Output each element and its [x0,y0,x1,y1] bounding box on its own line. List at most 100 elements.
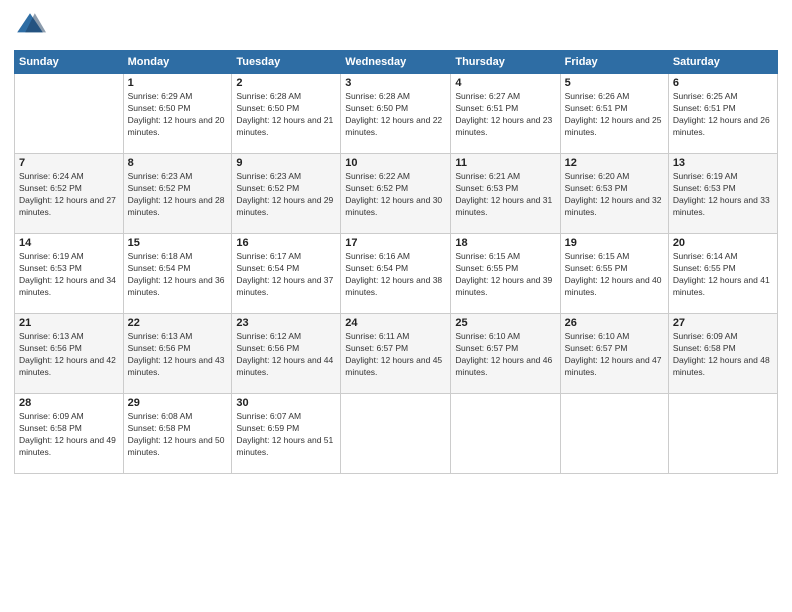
day-cell: 21 Sunrise: 6:13 AMSunset: 6:56 PMDayligh… [15,314,124,394]
day-info: Sunrise: 6:23 AMSunset: 6:52 PMDaylight:… [236,171,336,219]
day-number: 10 [345,157,446,169]
day-info: Sunrise: 6:12 AMSunset: 6:56 PMDaylight:… [236,331,336,379]
day-cell: 4 Sunrise: 6:27 AMSunset: 6:51 PMDaylight… [451,74,560,154]
day-number: 26 [565,317,664,329]
page: SundayMondayTuesdayWednesdayThursdayFrid… [0,0,792,612]
day-cell [15,74,124,154]
day-cell: 19Sunrise: 6:15 AMSunset: 6:55 PMDayligh… [560,234,668,314]
day-number: 4 [455,77,555,89]
day-cell: 9 Sunrise: 6:23 AMSunset: 6:52 PMDaylight… [232,154,341,234]
day-info: Sunrise: 6:08 AMSunset: 6:58 PMDaylight:… [128,411,228,459]
week-row-5: 28Sunrise: 6:09 AMSunset: 6:58 PMDayligh… [15,394,778,474]
header [14,10,778,42]
week-row-4: 21 Sunrise: 6:13 AMSunset: 6:56 PMDayligh… [15,314,778,394]
day-cell: 23 Sunrise: 6:12 AMSunset: 6:56 PMDayligh… [232,314,341,394]
day-number: 18 [455,237,555,249]
day-cell: 20 Sunrise: 6:14 AMSunset: 6:55 PMDayligh… [668,234,777,314]
day-number: 21 [19,317,119,329]
weekday-header-monday: Monday [123,51,232,74]
weekday-header-saturday: Saturday [668,51,777,74]
day-cell: 14 Sunrise: 6:19 AMSunset: 6:53 PMDayligh… [15,234,124,314]
day-cell: 24 Sunrise: 6:11 AMSunset: 6:57 PMDayligh… [341,314,451,394]
day-info: Sunrise: 6:26 AMSunset: 6:51 PMDaylight:… [565,91,664,139]
day-info: Sunrise: 6:10 AMSunset: 6:57 PMDaylight:… [455,331,555,379]
day-cell: 25 Sunrise: 6:10 AMSunset: 6:57 PMDayligh… [451,314,560,394]
day-number: 1 [128,77,228,89]
day-number: 20 [673,237,773,249]
day-cell: 17 Sunrise: 6:16 AMSunset: 6:54 PMDayligh… [341,234,451,314]
day-cell: 29 Sunrise: 6:08 AMSunset: 6:58 PMDayligh… [123,394,232,474]
day-cell: 28Sunrise: 6:09 AMSunset: 6:58 PMDayligh… [15,394,124,474]
day-info: Sunrise: 6:13 AMSunset: 6:56 PMDaylight:… [19,331,119,379]
logo-icon [14,10,46,42]
day-number: 2 [236,77,336,89]
day-info: Sunrise: 6:19 AMSunset: 6:53 PMDaylight:… [673,171,773,219]
day-cell: 8 Sunrise: 6:23 AMSunset: 6:52 PMDaylight… [123,154,232,234]
calendar-body: 1 Sunrise: 6:29 AMSunset: 6:50 PMDaylight… [15,74,778,474]
day-number: 14 [19,237,119,249]
day-cell: 16Sunrise: 6:17 AMSunset: 6:54 PMDayligh… [232,234,341,314]
day-number: 22 [128,317,228,329]
day-info: Sunrise: 6:28 AMSunset: 6:50 PMDaylight:… [236,91,336,139]
day-number: 6 [673,77,773,89]
logo [14,10,50,42]
day-info: Sunrise: 6:22 AMSunset: 6:52 PMDaylight:… [345,171,446,219]
day-info: Sunrise: 6:09 AMSunset: 6:58 PMDaylight:… [673,331,773,379]
day-number: 3 [345,77,446,89]
day-number: 25 [455,317,555,329]
day-info: Sunrise: 6:24 AMSunset: 6:52 PMDaylight:… [19,171,119,219]
day-cell: 1 Sunrise: 6:29 AMSunset: 6:50 PMDaylight… [123,74,232,154]
day-number: 27 [673,317,773,329]
day-number: 19 [565,237,664,249]
day-info: Sunrise: 6:25 AMSunset: 6:51 PMDaylight:… [673,91,773,139]
day-number: 29 [128,397,228,409]
day-info: Sunrise: 6:10 AMSunset: 6:57 PMDaylight:… [565,331,664,379]
day-cell: 22 Sunrise: 6:13 AMSunset: 6:56 PMDayligh… [123,314,232,394]
day-cell: 11Sunrise: 6:21 AMSunset: 6:53 PMDayligh… [451,154,560,234]
weekday-header-friday: Friday [560,51,668,74]
day-number: 17 [345,237,446,249]
weekday-header-tuesday: Tuesday [232,51,341,74]
day-info: Sunrise: 6:07 AMSunset: 6:59 PMDaylight:… [236,411,336,459]
day-number: 15 [128,237,228,249]
day-cell: 15 Sunrise: 6:18 AMSunset: 6:54 PMDayligh… [123,234,232,314]
day-number: 9 [236,157,336,169]
day-cell [341,394,451,474]
day-info: Sunrise: 6:11 AMSunset: 6:57 PMDaylight:… [345,331,446,379]
day-info: Sunrise: 6:14 AMSunset: 6:55 PMDaylight:… [673,251,773,299]
day-number: 23 [236,317,336,329]
day-cell: 18 Sunrise: 6:15 AMSunset: 6:55 PMDayligh… [451,234,560,314]
day-cell: 13 Sunrise: 6:19 AMSunset: 6:53 PMDayligh… [668,154,777,234]
day-cell: 3 Sunrise: 6:28 AMSunset: 6:50 PMDaylight… [341,74,451,154]
day-info: Sunrise: 6:18 AMSunset: 6:54 PMDaylight:… [128,251,228,299]
day-number: 8 [128,157,228,169]
day-cell: 12 Sunrise: 6:20 AMSunset: 6:53 PMDayligh… [560,154,668,234]
day-info: Sunrise: 6:19 AMSunset: 6:53 PMDaylight:… [19,251,119,299]
day-info: Sunrise: 6:28 AMSunset: 6:50 PMDaylight:… [345,91,446,139]
day-info: Sunrise: 6:15 AMSunset: 6:55 PMDaylight:… [455,251,555,299]
day-cell: 6 Sunrise: 6:25 AMSunset: 6:51 PMDaylight… [668,74,777,154]
day-cell: 30Sunrise: 6:07 AMSunset: 6:59 PMDayligh… [232,394,341,474]
week-row-2: 7 Sunrise: 6:24 AMSunset: 6:52 PMDaylight… [15,154,778,234]
day-number: 7 [19,157,119,169]
day-cell [668,394,777,474]
day-info: Sunrise: 6:20 AMSunset: 6:53 PMDaylight:… [565,171,664,219]
calendar-table: SundayMondayTuesdayWednesdayThursdayFrid… [14,50,778,474]
day-number: 12 [565,157,664,169]
day-cell: 2 Sunrise: 6:28 AMSunset: 6:50 PMDaylight… [232,74,341,154]
day-info: Sunrise: 6:16 AMSunset: 6:54 PMDaylight:… [345,251,446,299]
day-number: 24 [345,317,446,329]
day-cell [560,394,668,474]
day-info: Sunrise: 6:13 AMSunset: 6:56 PMDaylight:… [128,331,228,379]
day-info: Sunrise: 6:27 AMSunset: 6:51 PMDaylight:… [455,91,555,139]
day-number: 5 [565,77,664,89]
weekday-header-sunday: Sunday [15,51,124,74]
day-number: 13 [673,157,773,169]
day-cell: 5 Sunrise: 6:26 AMSunset: 6:51 PMDaylight… [560,74,668,154]
day-number: 28 [19,397,119,409]
week-row-1: 1 Sunrise: 6:29 AMSunset: 6:50 PMDaylight… [15,74,778,154]
week-row-3: 14 Sunrise: 6:19 AMSunset: 6:53 PMDayligh… [15,234,778,314]
day-cell: 27 Sunrise: 6:09 AMSunset: 6:58 PMDayligh… [668,314,777,394]
day-info: Sunrise: 6:23 AMSunset: 6:52 PMDaylight:… [128,171,228,219]
day-info: Sunrise: 6:29 AMSunset: 6:50 PMDaylight:… [128,91,228,139]
